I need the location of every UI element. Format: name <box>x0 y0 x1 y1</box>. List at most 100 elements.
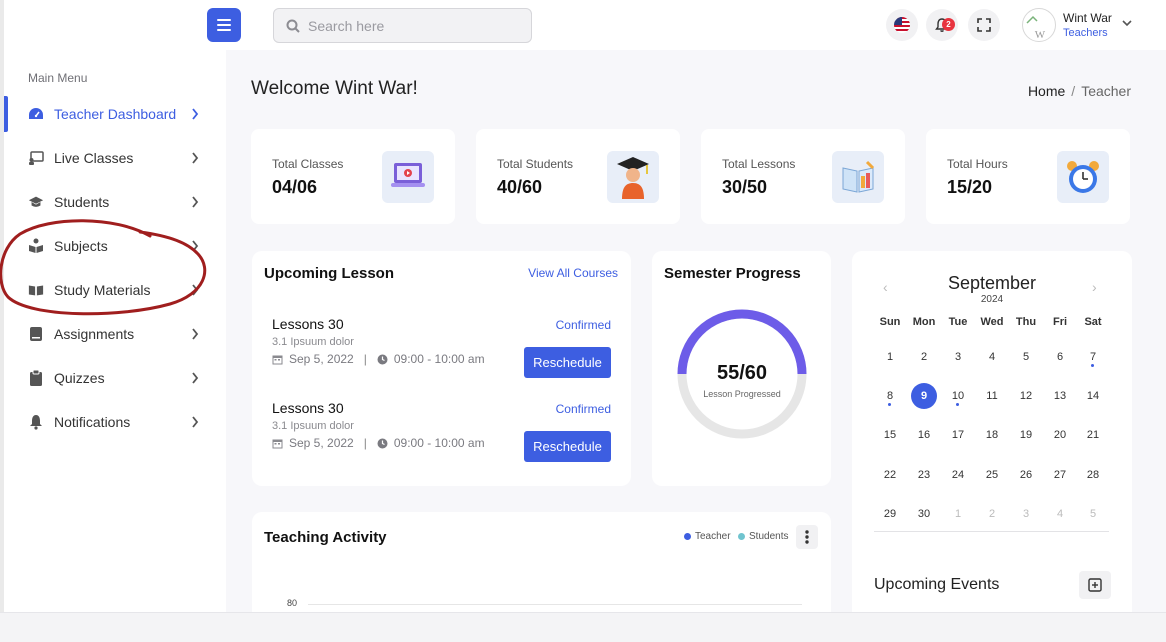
clock-icon <box>377 438 388 449</box>
calendar-day[interactable]: 30 <box>907 501 941 527</box>
calendar-weekday-label: Sun <box>879 316 901 328</box>
calendar-day[interactable]: 14 <box>1076 383 1110 409</box>
chevron-right-icon <box>192 240 199 252</box>
sidebar-item-teacher-dashboard[interactable]: Teacher Dashboard <box>4 96 226 132</box>
calendar-day[interactable]: 12 <box>1009 383 1043 409</box>
breadcrumb-separator: / <box>1071 83 1076 99</box>
reschedule-button[interactable]: Reschedule <box>524 431 611 462</box>
calendar-event-dot <box>1091 364 1094 367</box>
calendar-day[interactable]: 18 <box>975 422 1009 448</box>
legend-item-teacher[interactable]: Teacher <box>684 531 731 542</box>
calendar-day[interactable]: 3 <box>941 344 975 370</box>
sidebar-item-label: Students <box>54 194 110 210</box>
calendar-day[interactable]: 25 <box>975 462 1009 488</box>
stat-card-total-hours: Total Hours 15/20 <box>926 129 1130 224</box>
stat-label: Total Students <box>497 157 574 171</box>
user-role: Teachers <box>1063 27 1108 39</box>
chevron-right-icon <box>192 196 199 208</box>
sidebar-item-assignments[interactable]: Assignments <box>4 316 226 352</box>
breadcrumb-home[interactable]: Home <box>1028 83 1065 99</box>
page-title: Welcome Wint War! <box>251 78 418 99</box>
calendar-day[interactable]: 29 <box>873 501 907 527</box>
calendar-day[interactable]: 1 <box>941 501 975 527</box>
lesson-time: 09:00 - 10:00 am <box>393 436 485 450</box>
calendar-icon <box>272 354 283 365</box>
sidebar-item-subjects[interactable]: Subjects <box>4 228 226 264</box>
sidebar-item-live-classes[interactable]: Live Classes <box>4 140 226 176</box>
more-options-button[interactable] <box>796 525 818 549</box>
calendar-day[interactable]: 13 <box>1043 383 1077 409</box>
view-all-courses-link[interactable]: View All Courses <box>528 266 618 280</box>
calendar-day[interactable]: 4 <box>1043 501 1077 527</box>
calendar-day[interactable]: 20 <box>1043 422 1077 448</box>
upcoming-events-title: Upcoming Events <box>874 576 1000 593</box>
sidebar-section-title: Main Menu <box>28 71 88 85</box>
legend-dot <box>738 533 745 540</box>
user-name[interactable]: Wint War <box>1063 11 1112 25</box>
hamburger-icon <box>217 19 231 31</box>
calendar-day[interactable]: 27 <box>1043 462 1077 488</box>
graduate-icon <box>607 151 659 203</box>
reschedule-button[interactable]: Reschedule <box>524 347 611 378</box>
calendar-day[interactable]: 5 <box>1076 501 1110 527</box>
calendar-next-button[interactable]: › <box>1092 279 1097 295</box>
search-input[interactable] <box>308 17 508 34</box>
notifications-button[interactable]: 2 <box>926 9 958 41</box>
sidebar-item-quizzes[interactable]: Quizzes <box>4 360 226 396</box>
dashboard-icon <box>28 106 44 122</box>
lesson-date: Sep 5, 2022 <box>289 436 354 450</box>
legend-label: Teacher <box>695 531 731 542</box>
stat-value: 04/06 <box>272 177 318 197</box>
add-event-button[interactable] <box>1079 571 1111 599</box>
calendar-day[interactable]: 6 <box>1043 344 1077 370</box>
calendar-day[interactable]: 4 <box>975 344 1009 370</box>
calendar-day[interactable]: 9 <box>907 383 941 409</box>
progress-ring: 55/60 Lesson Progressed <box>677 309 807 439</box>
sidebar-item-study-materials[interactable]: Study Materials <box>4 272 226 308</box>
sidebar-item-notifications[interactable]: Notifications <box>4 404 226 440</box>
calendar-day[interactable]: 11 <box>975 383 1009 409</box>
user-avatar[interactable]: W <box>1022 8 1056 42</box>
fullscreen-button[interactable] <box>968 9 1000 41</box>
chevron-right-icon <box>192 328 199 340</box>
calendar-day[interactable]: 5 <box>1009 344 1043 370</box>
book-reader-icon <box>28 238 44 254</box>
calendar-day[interactable]: 17 <box>941 422 975 448</box>
sidebar-item-label: Live Classes <box>54 150 134 166</box>
calendar-icon <box>272 438 283 449</box>
graduation-cap-icon <box>28 194 44 210</box>
chevron-right-icon <box>192 416 199 428</box>
calendar-day[interactable]: 1 <box>873 344 907 370</box>
calendar-weekday-label: Fri <box>1052 316 1068 328</box>
calendar-day[interactable]: 23 <box>907 462 941 488</box>
calendar-day[interactable]: 3 <box>1009 501 1043 527</box>
expand-icon <box>977 18 991 32</box>
calendar-day[interactable]: 28 <box>1076 462 1110 488</box>
sidebar: Main Menu Teacher Dashboard Live Classes… <box>4 50 226 612</box>
bottom-bar <box>0 612 1166 642</box>
calendar-day[interactable]: 22 <box>873 462 907 488</box>
chevron-down-icon[interactable] <box>1122 19 1132 27</box>
calendar-day[interactable]: 2 <box>907 344 941 370</box>
calendar-day[interactable]: 19 <box>1009 422 1043 448</box>
lesson-status: Confirmed <box>555 402 611 416</box>
calendar-day[interactable]: 24 <box>941 462 975 488</box>
sidebar-item-label: Notifications <box>54 414 131 430</box>
legend-item-students[interactable]: Students <box>738 531 788 542</box>
us-flag-icon <box>894 17 910 33</box>
lesson-time: 09:00 - 10:00 am <box>393 352 485 366</box>
menu-toggle-button[interactable] <box>207 8 241 42</box>
calendar-day[interactable]: 2 <box>975 501 1009 527</box>
grid-line <box>308 604 802 605</box>
calendar-day[interactable]: 16 <box>907 422 941 448</box>
stat-value: 30/50 <box>722 177 768 197</box>
calendar-day[interactable]: 21 <box>1076 422 1110 448</box>
breadcrumb: Home / Teacher <box>1028 83 1131 99</box>
language-flag-button[interactable] <box>886 9 918 41</box>
calendar-day[interactable]: 15 <box>873 422 907 448</box>
sidebar-item-students[interactable]: Students <box>4 184 226 220</box>
sidebar-item-label: Teacher Dashboard <box>54 106 177 122</box>
calendar-day[interactable]: 26 <box>1009 462 1043 488</box>
stat-label: Total Lessons <box>722 157 796 171</box>
book-pencil-icon <box>832 151 884 203</box>
